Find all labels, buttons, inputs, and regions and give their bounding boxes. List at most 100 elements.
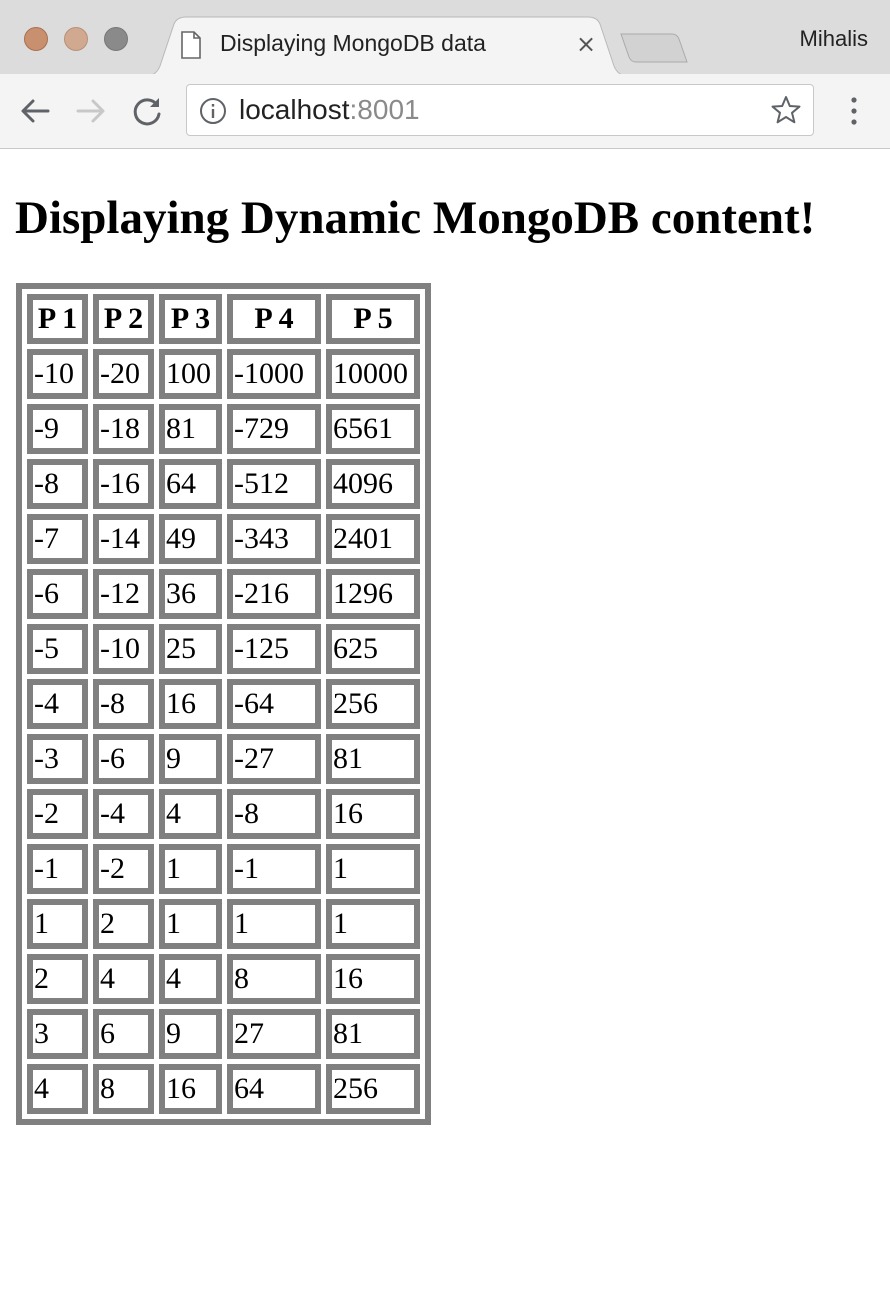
table-cell: 6 xyxy=(93,1009,154,1059)
tab-close-icon[interactable]: × xyxy=(574,32,598,56)
table-cell: 6561 xyxy=(326,404,420,454)
menu-kebab-icon[interactable] xyxy=(842,96,866,126)
table-cell: -8 xyxy=(227,789,321,839)
table-cell: -9 xyxy=(27,404,88,454)
table-cell: 10000 xyxy=(326,349,420,399)
table-cell: -343 xyxy=(227,514,321,564)
table-cell: 256 xyxy=(326,1064,420,1114)
table-row: -10 -20 100 -1000 10000 xyxy=(27,349,420,399)
table-cell: 1 xyxy=(27,899,88,949)
table-cell: -12 xyxy=(93,569,154,619)
table-row: -3 -6 9 -27 81 xyxy=(27,734,420,784)
table-cell: -16 xyxy=(93,459,154,509)
table-cell: -20 xyxy=(93,349,154,399)
table-cell: 4 xyxy=(159,954,222,1004)
table-row: -6 -12 36 -216 1296 xyxy=(27,569,420,619)
table-cell: -2 xyxy=(93,844,154,894)
table-cell: 100 xyxy=(159,349,222,399)
table-cell: 625 xyxy=(326,624,420,674)
table-cell: 4096 xyxy=(326,459,420,509)
table-cell: 49 xyxy=(159,514,222,564)
table-cell: 1 xyxy=(326,899,420,949)
table-header-row: P 1 P 2 P 3 P 4 P 5 xyxy=(27,294,420,344)
column-header: P 5 xyxy=(326,294,420,344)
table-row: -9 -18 81 -729 6561 xyxy=(27,404,420,454)
table-cell: -6 xyxy=(93,734,154,784)
table-cell: 4 xyxy=(27,1064,88,1114)
table-cell: -7 xyxy=(27,514,88,564)
table-cell: 81 xyxy=(326,1009,420,1059)
url-text[interactable]: localhost:8001 xyxy=(239,94,420,126)
reload-icon[interactable] xyxy=(130,94,164,128)
table-cell: -64 xyxy=(227,679,321,729)
table-cell: -27 xyxy=(227,734,321,784)
table-row: 12111 xyxy=(27,899,420,949)
column-header: P 4 xyxy=(227,294,321,344)
table-cell: 8 xyxy=(227,954,321,1004)
window-maximize-button[interactable] xyxy=(104,27,128,51)
column-header: P 2 xyxy=(93,294,154,344)
table-row: -4 -8 16 -64 256 xyxy=(27,679,420,729)
table-cell: -4 xyxy=(93,789,154,839)
table-cell: 4 xyxy=(159,789,222,839)
table-cell: -1 xyxy=(227,844,321,894)
back-arrow-icon[interactable] xyxy=(18,94,52,128)
table-row: -7 -14 49 -343 2401 xyxy=(27,514,420,564)
table-cell: 16 xyxy=(326,954,420,1004)
table-cell: 1 xyxy=(227,899,321,949)
tab-title: Displaying MongoDB data xyxy=(220,30,486,56)
table-cell: -1000 xyxy=(227,349,321,399)
table-cell: -4 xyxy=(27,679,88,729)
data-table: P 1 P 2 P 3 P 4 P 5 -10 -20 100 -1000 10000-… xyxy=(16,283,431,1125)
table-cell: -1 xyxy=(27,844,88,894)
table-row: -2 -4 4 -8 16 xyxy=(27,789,420,839)
table-cell: -18 xyxy=(93,404,154,454)
table-row: -1 -2 1 -1 1 xyxy=(27,844,420,894)
new-tab-button[interactable] xyxy=(620,32,688,69)
column-header: P 3 xyxy=(159,294,222,344)
bookmark-star-icon[interactable] xyxy=(771,95,801,130)
table-row: -5 -10 25 -125 625 xyxy=(27,624,420,674)
table-cell: -512 xyxy=(227,459,321,509)
table-cell: 2 xyxy=(93,899,154,949)
table-cell: -14 xyxy=(93,514,154,564)
tab-strip: Displaying MongoDB data × Mihalis xyxy=(0,0,890,77)
table-cell: -729 xyxy=(227,404,321,454)
table-cell: 3 xyxy=(27,1009,88,1059)
table-cell: 64 xyxy=(159,459,222,509)
table-cell: 2401 xyxy=(326,514,420,564)
table-cell: 16 xyxy=(326,789,420,839)
page-heading: Displaying Dynamic MongoDB content! xyxy=(15,192,816,244)
table-row: -8 -16 64 -512 4096 xyxy=(27,459,420,509)
table-cell: 16 xyxy=(159,679,222,729)
table-cell: 64 xyxy=(227,1064,321,1114)
url-port: :8001 xyxy=(349,94,420,125)
url-host: localhost xyxy=(239,94,350,125)
table-cell: 25 xyxy=(159,624,222,674)
window-close-button[interactable] xyxy=(24,27,48,51)
profile-name[interactable]: Mihalis xyxy=(800,26,868,52)
table-cell: 81 xyxy=(159,404,222,454)
table-row: 4 8 16 64 256 xyxy=(27,1064,420,1114)
table-body: -10 -20 100 -1000 10000 -9 -18 81 -729 6561 -8 -16 6… xyxy=(27,349,420,1114)
table-cell: -3 xyxy=(27,734,88,784)
window-minimize-button[interactable] xyxy=(64,27,88,51)
address-bar[interactable]: localhost:8001 xyxy=(186,84,814,136)
column-header: P 1 xyxy=(27,294,88,344)
table-cell: 16 xyxy=(159,1064,222,1114)
table-cell: 1 xyxy=(326,844,420,894)
table-cell: 1 xyxy=(159,844,222,894)
table-cell: -5 xyxy=(27,624,88,674)
forward-arrow-icon[interactable] xyxy=(74,94,108,128)
table-cell: -8 xyxy=(27,459,88,509)
table-cell: 27 xyxy=(227,1009,321,1059)
active-tab[interactable]: Displaying MongoDB data × xyxy=(146,16,628,78)
table-cell: -8 xyxy=(93,679,154,729)
table-cell: -216 xyxy=(227,569,321,619)
table-cell: 81 xyxy=(326,734,420,784)
table-cell: 9 xyxy=(159,1009,222,1059)
info-icon[interactable] xyxy=(199,97,227,130)
table-cell: -125 xyxy=(227,624,321,674)
table-cell: 1 xyxy=(159,899,222,949)
table-cell: -10 xyxy=(27,349,88,399)
